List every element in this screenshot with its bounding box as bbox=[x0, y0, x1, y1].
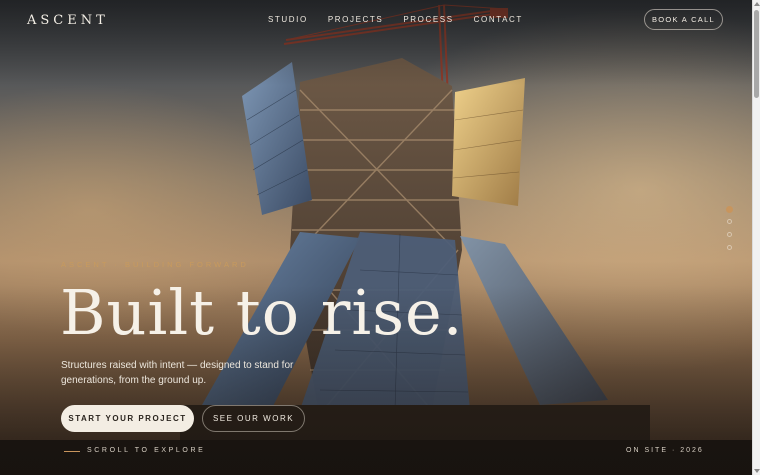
hero-lede: Structures raised with intent — designed… bbox=[61, 360, 294, 386]
slide-dot-2[interactable] bbox=[727, 219, 732, 224]
site-status: ON SITE · 2026 bbox=[626, 447, 704, 454]
site-logo[interactable]: ASCENT bbox=[27, 13, 109, 28]
scroll-line-icon bbox=[64, 451, 80, 452]
nav-contact[interactable]: CONTACT bbox=[474, 15, 523, 24]
scroll-down-icon[interactable] bbox=[754, 469, 760, 473]
slide-dot-3[interactable] bbox=[727, 232, 732, 237]
start-project-button[interactable]: START YOUR PROJECT bbox=[61, 405, 194, 432]
hero-headline: Built to rise. bbox=[60, 276, 464, 349]
hero-section: ASCENT STUDIO PROJECTS PROCESS CONTACT B… bbox=[0, 0, 752, 475]
slide-dot-1[interactable] bbox=[726, 206, 733, 213]
hero-overlay bbox=[0, 0, 752, 475]
main-nav: STUDIO PROJECTS PROCESS CONTACT bbox=[268, 15, 543, 24]
nav-studio[interactable]: STUDIO bbox=[268, 15, 308, 24]
nav-projects[interactable]: PROJECTS bbox=[328, 15, 383, 24]
scroll-hint[interactable]: SCROLL TO EXPLORE bbox=[87, 447, 205, 454]
scroll-up-icon[interactable] bbox=[754, 2, 760, 6]
slide-indicator bbox=[726, 206, 733, 258]
see-work-button[interactable]: SEE OUR WORK bbox=[202, 405, 305, 432]
hero-eyebrow: ASCENT · BUILDING FORWARD bbox=[61, 260, 249, 269]
slide-dot-4[interactable] bbox=[727, 245, 732, 250]
scrollbar-thumb[interactable] bbox=[754, 10, 759, 98]
page-scrollbar[interactable] bbox=[752, 0, 760, 475]
nav-process[interactable]: PROCESS bbox=[403, 15, 453, 24]
book-call-button[interactable]: BOOK A CALL bbox=[644, 9, 723, 30]
